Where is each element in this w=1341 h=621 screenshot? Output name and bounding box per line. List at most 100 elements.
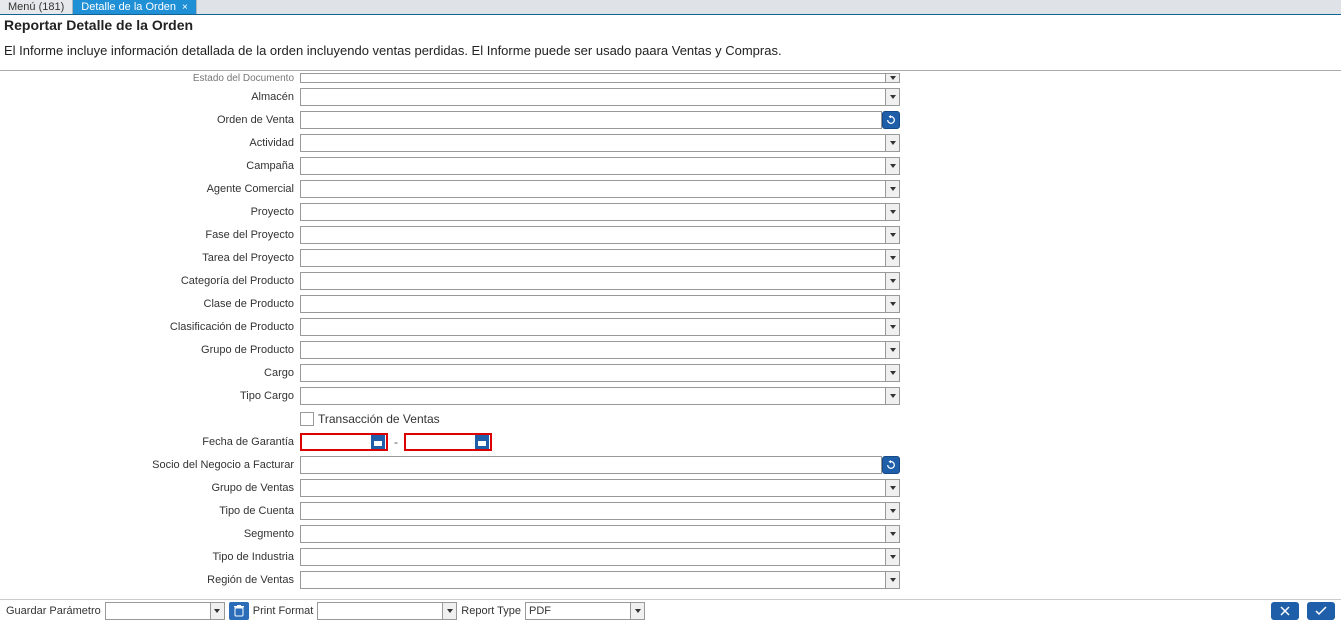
close-icon[interactable]: ×: [182, 2, 188, 13]
input-fecha-garantia-desde[interactable]: [300, 433, 388, 451]
footer-bar: Guardar Parámetro Print Format Report Ty…: [0, 599, 1341, 621]
input-campana[interactable]: [300, 157, 886, 175]
refresh-orden-venta-button[interactable]: [882, 111, 900, 129]
refresh-icon: [886, 460, 896, 470]
tab-menu-label: Menú (181): [8, 1, 64, 13]
report-form: Estado del Documento Almacén Orden de Ve…: [0, 71, 1341, 595]
label-print-format: Print Format: [253, 605, 314, 617]
dropdown-grupo-producto[interactable]: [886, 341, 900, 359]
dropdown-fase-proyecto[interactable]: [886, 226, 900, 244]
label-orden-venta: Orden de Venta: [0, 114, 300, 126]
input-proyecto[interactable]: [300, 203, 886, 221]
chevron-down-icon: [210, 603, 224, 619]
input-tipo-cargo[interactable]: [300, 387, 886, 405]
calendar-icon[interactable]: [475, 435, 489, 449]
dropdown-clasificacion-producto[interactable]: [886, 318, 900, 336]
input-grupo-ventas[interactable]: [300, 479, 886, 497]
cancel-button[interactable]: [1271, 602, 1299, 620]
label-fecha-garantia: Fecha de Garantía: [0, 436, 300, 448]
dropdown-campana[interactable]: [886, 157, 900, 175]
input-fecha-garantia-hasta[interactable]: [404, 433, 492, 451]
dropdown-categoria-producto[interactable]: [886, 272, 900, 290]
label-almacen: Almacén: [0, 91, 300, 103]
label-categoria-producto: Categoría del Producto: [0, 275, 300, 287]
label-report-type: Report Type: [461, 605, 521, 617]
select-report-type[interactable]: PDF: [525, 602, 645, 620]
input-tipo-industria[interactable]: [300, 548, 886, 566]
label-agente-comercial: Agente Comercial: [0, 183, 300, 195]
label-cargo: Cargo: [0, 367, 300, 379]
select-guardar-parametro[interactable]: [105, 602, 225, 620]
tab-detalle-label: Detalle de la Orden: [81, 1, 176, 13]
input-grupo-producto[interactable]: [300, 341, 886, 359]
refresh-icon: [886, 115, 896, 125]
dropdown-cargo[interactable]: [886, 364, 900, 382]
dropdown-tarea-proyecto[interactable]: [886, 249, 900, 267]
dropdown-segmento[interactable]: [886, 525, 900, 543]
dropdown-region-ventas[interactable]: [886, 571, 900, 589]
trash-icon: [234, 605, 244, 617]
page-title: Reportar Detalle de la Orden: [4, 17, 1337, 33]
dropdown-tipo-cargo[interactable]: [886, 387, 900, 405]
dropdown-tipo-industria[interactable]: [886, 548, 900, 566]
dropdown-almacen[interactable]: [886, 88, 900, 106]
dropdown-proyecto[interactable]: [886, 203, 900, 221]
input-socio-facturar[interactable]: [300, 456, 882, 474]
label-estado-documento: Estado del Documento: [0, 73, 300, 84]
label-socio-facturar: Socio del Negocio a Facturar: [0, 459, 300, 471]
tab-bar: Menú (181) Detalle de la Orden ×: [0, 0, 1341, 15]
dropdown-estado-documento[interactable]: [886, 73, 900, 83]
label-tarea-proyecto: Tarea del Proyecto: [0, 252, 300, 264]
tab-menu[interactable]: Menú (181): [0, 0, 73, 14]
input-actividad[interactable]: [300, 134, 886, 152]
refresh-socio-facturar-button[interactable]: [882, 456, 900, 474]
label-region-ventas: Región de Ventas: [0, 574, 300, 586]
label-proyecto: Proyecto: [0, 206, 300, 218]
chevron-down-icon: [630, 603, 644, 619]
input-tarea-proyecto[interactable]: [300, 249, 886, 267]
input-orden-venta[interactable]: [300, 111, 882, 129]
label-tipo-industria: Tipo de Industria: [0, 551, 300, 563]
label-grupo-ventas: Grupo de Ventas: [0, 482, 300, 494]
input-clase-producto[interactable]: [300, 295, 886, 313]
label-segmento: Segmento: [0, 528, 300, 540]
close-icon: [1279, 605, 1291, 617]
delete-parametro-button[interactable]: [229, 602, 249, 620]
calendar-icon[interactable]: [371, 435, 385, 449]
input-cargo[interactable]: [300, 364, 886, 382]
label-clase-producto: Clase de Producto: [0, 298, 300, 310]
input-fase-proyecto[interactable]: [300, 226, 886, 244]
dropdown-actividad[interactable]: [886, 134, 900, 152]
tab-detalle-orden[interactable]: Detalle de la Orden ×: [73, 0, 197, 14]
dropdown-tipo-cuenta[interactable]: [886, 502, 900, 520]
input-segmento[interactable]: [300, 525, 886, 543]
dropdown-grupo-ventas[interactable]: [886, 479, 900, 497]
form-scroll-area[interactable]: Estado del Documento Almacén Orden de Ve…: [0, 70, 1341, 599]
input-almacen[interactable]: [300, 88, 886, 106]
label-fase-proyecto: Fase del Proyecto: [0, 229, 300, 241]
chevron-down-icon: [442, 603, 456, 619]
label-clasificacion-producto: Clasificación de Producto: [0, 321, 300, 333]
input-clasificacion-producto[interactable]: [300, 318, 886, 336]
label-actividad: Actividad: [0, 137, 300, 149]
input-tipo-cuenta[interactable]: [300, 502, 886, 520]
input-categoria-producto[interactable]: [300, 272, 886, 290]
label-campana: Campaña: [0, 160, 300, 172]
input-estado-documento[interactable]: [300, 73, 886, 83]
checkbox-transaccion-ventas[interactable]: [300, 412, 314, 426]
label-transaccion-ventas: Transacción de Ventas: [318, 412, 440, 426]
label-tipo-cargo: Tipo Cargo: [0, 390, 300, 402]
label-guardar-parametro: Guardar Parámetro: [6, 605, 101, 617]
dropdown-agente-comercial[interactable]: [886, 180, 900, 198]
check-icon: [1314, 605, 1328, 617]
input-agente-comercial[interactable]: [300, 180, 886, 198]
dropdown-clase-producto[interactable]: [886, 295, 900, 313]
label-grupo-producto: Grupo de Producto: [0, 344, 300, 356]
select-report-type-value: PDF: [526, 605, 630, 617]
page-description: El Informe incluye información detallada…: [0, 33, 1341, 70]
input-region-ventas[interactable]: [300, 571, 886, 589]
confirm-button[interactable]: [1307, 602, 1335, 620]
date-range-separator: -: [394, 435, 398, 449]
page-header: Reportar Detalle de la Orden: [0, 15, 1341, 33]
select-print-format[interactable]: [317, 602, 457, 620]
